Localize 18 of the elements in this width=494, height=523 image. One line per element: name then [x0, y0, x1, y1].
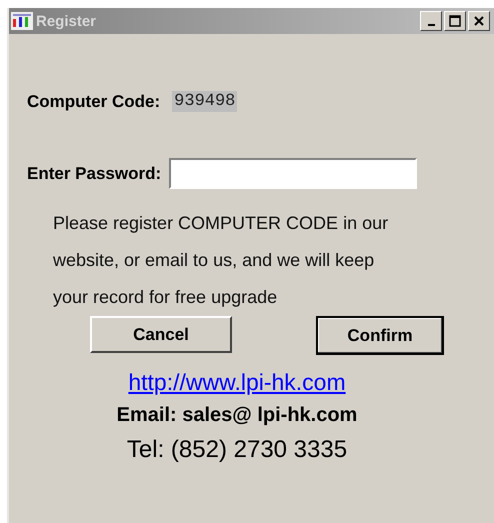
computer-code-label: Computer Code:: [27, 92, 160, 112]
close-button[interactable]: [468, 11, 490, 31]
notice-text: Please register COMPUTER CODE in our website, or email to us, and we will keep your record for free upgrade: [53, 212, 390, 309]
confirm-button[interactable]: Confirm: [316, 316, 444, 355]
app-icon: [11, 12, 33, 30]
window-title: Register: [36, 12, 98, 30]
website-link[interactable]: http://www.lpi-hk.com: [128, 369, 346, 396]
minimize-icon: [428, 24, 434, 26]
minimize-button[interactable]: [420, 11, 442, 31]
computer-code-value: 939498: [172, 91, 238, 112]
maximize-icon: [449, 15, 461, 27]
password-label: Enter Password:: [27, 164, 162, 184]
maximize-button[interactable]: [444, 11, 466, 31]
email-text: Email: sales@ lpi-hk.com: [116, 404, 358, 427]
password-field[interactable]: [169, 158, 418, 189]
cancel-button[interactable]: Cancel: [90, 316, 232, 353]
close-icon: [474, 16, 484, 26]
phone-text: Tel: (852) 2730 3335: [126, 436, 348, 464]
